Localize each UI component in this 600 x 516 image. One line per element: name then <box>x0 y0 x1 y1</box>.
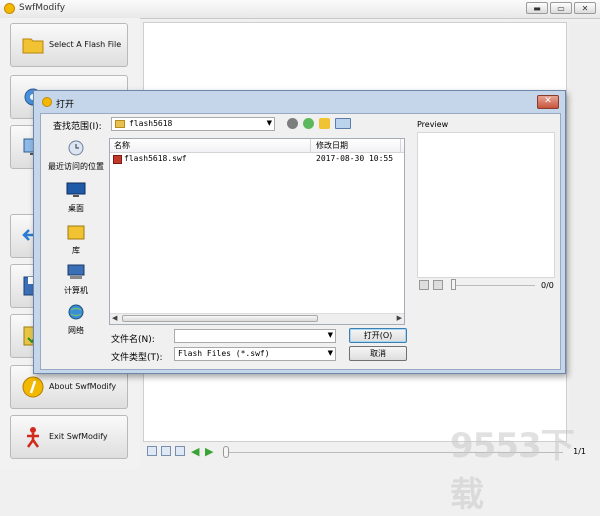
folder-icon <box>115 120 125 128</box>
place-label: 桌面 <box>68 204 84 213</box>
open-button[interactable]: 打开(O) <box>349 328 407 343</box>
exit-person-icon <box>26 427 40 448</box>
place-label: 库 <box>72 246 80 255</box>
chevron-down-icon[interactable]: ▼ <box>328 331 333 339</box>
library-icon <box>67 225 85 240</box>
file-date: 2017-08-30 10:55 <box>316 154 394 163</box>
dialog-body: 查找范围(I): flash5618 ▼ 最近访问的位置 桌面 库 计算机 网络… <box>40 113 561 370</box>
place-label: 计算机 <box>64 286 88 295</box>
preview-label: Preview <box>417 120 449 129</box>
file-name: flash5618.swf <box>124 154 187 163</box>
file-type-label: 文件类型(T): <box>111 353 163 363</box>
dialog-app-icon <box>42 97 52 107</box>
file-name-label: 文件名(N): <box>111 335 155 345</box>
timeline-knob[interactable] <box>223 446 229 458</box>
place-label: 网络 <box>68 326 84 335</box>
preview-play-icon[interactable] <box>419 280 429 290</box>
open-file-dialog: 打开 ✕ 查找范围(I): flash5618 ▼ 最近访问的位置 桌面 库 计… <box>33 90 566 374</box>
dialog-title: 打开 <box>56 100 75 110</box>
cancel-button[interactable]: 取消 <box>349 346 407 361</box>
preview-area <box>417 132 555 278</box>
exit-label: Exit SwfModify <box>49 432 108 441</box>
maximize-button[interactable]: ▭ <box>550 2 572 14</box>
new-folder-icon[interactable] <box>319 118 330 129</box>
place-recent[interactable]: 最近访问的位置 <box>47 139 105 172</box>
network-globe-icon <box>68 304 84 320</box>
preview-counter: 0/0 <box>541 281 554 290</box>
window-controls: ▬ ▭ ✕ <box>526 2 596 14</box>
place-label: 最近访问的位置 <box>48 162 104 171</box>
dialog-titlebar: 打开 ✕ <box>34 91 565 113</box>
recent-places-icon <box>68 140 84 156</box>
place-network[interactable]: 网络 <box>47 303 105 336</box>
exit-button[interactable]: Exit SwfModify <box>10 415 128 459</box>
info-icon <box>22 376 44 398</box>
column-divider[interactable] <box>310 139 311 152</box>
look-in-label: 查找范围(I): <box>53 122 102 132</box>
watermark: 9553下载 <box>450 426 575 515</box>
pause-icon[interactable] <box>175 446 185 456</box>
play-icon[interactable] <box>147 446 157 456</box>
computer-icon <box>67 264 85 279</box>
swf-file-icon <box>113 155 122 164</box>
window-titlebar: SwfModify ▬ ▭ ✕ <box>0 0 600 19</box>
column-date[interactable]: 修改日期 <box>316 140 348 151</box>
next-frame-icon[interactable]: ▶ <box>205 445 213 458</box>
scroll-right-icon[interactable]: ▶ <box>397 314 402 322</box>
view-menu-icon[interactable] <box>335 118 351 129</box>
preview-track[interactable] <box>451 285 535 286</box>
place-desktop[interactable]: 桌面 <box>47 181 105 214</box>
desktop-icon <box>66 182 86 197</box>
column-name[interactable]: 名称 <box>114 140 130 151</box>
places-bar: 最近访问的位置 桌面 库 计算机 网络 <box>47 139 105 339</box>
window-title: SwfModify <box>19 3 66 13</box>
right-panel <box>570 22 600 440</box>
prev-frame-icon[interactable]: ◀ <box>191 445 199 458</box>
back-icon[interactable] <box>287 118 298 129</box>
file-name-input[interactable]: ▼ <box>174 329 336 343</box>
file-type-select[interactable]: Flash Files (*.swf) ▼ <box>174 347 336 361</box>
app-logo-icon <box>4 3 15 14</box>
horizontal-scrollbar[interactable]: ◀ ▶ <box>110 313 404 324</box>
file-list[interactable]: 名称 修改日期 flash5618.swf 2017-08-30 10:55 ◀… <box>109 138 405 325</box>
about-label: About SwfModify <box>49 382 117 391</box>
scroll-thumb[interactable] <box>122 315 318 322</box>
up-folder-icon[interactable] <box>303 118 314 129</box>
look-in-dropdown[interactable]: flash5618 ▼ <box>111 117 275 131</box>
file-type-value: Flash Files (*.swf) <box>178 349 270 358</box>
close-button[interactable]: ✕ <box>574 2 596 14</box>
stop-icon[interactable] <box>161 446 171 456</box>
folder-icon <box>22 38 44 54</box>
chevron-down-icon: ▼ <box>266 119 272 127</box>
preview-stop-icon[interactable] <box>433 280 443 290</box>
file-row[interactable]: flash5618.swf 2017-08-30 10:55 <box>110 154 404 166</box>
file-list-header: 名称 修改日期 <box>110 139 404 153</box>
dialog-close-button[interactable]: ✕ <box>537 95 559 109</box>
scroll-left-icon[interactable]: ◀ <box>112 314 117 322</box>
chevron-down-icon: ▼ <box>327 349 333 357</box>
place-library[interactable]: 库 <box>47 223 105 256</box>
look-in-value: flash5618 <box>129 119 173 128</box>
minimize-button[interactable]: ▬ <box>526 2 548 14</box>
select-flash-file-label: Select A Flash File <box>49 40 122 49</box>
column-divider[interactable] <box>400 139 401 152</box>
select-flash-file-button[interactable]: Select A Flash File <box>10 23 128 67</box>
preview-knob[interactable] <box>451 279 456 290</box>
place-computer[interactable]: 计算机 <box>47 263 105 296</box>
